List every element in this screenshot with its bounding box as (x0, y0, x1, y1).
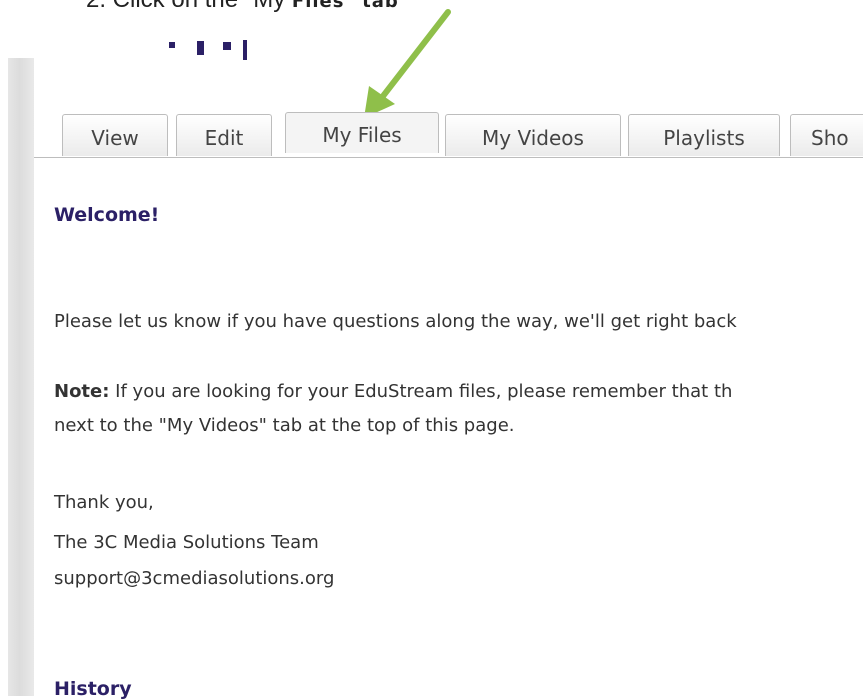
left-sidebar-edge (8, 58, 34, 696)
tab-sho[interactable]: Sho (790, 114, 863, 156)
note-paragraph: Note: If you are looking for your EduStr… (54, 376, 732, 407)
tabs-baseline (34, 157, 863, 158)
tab-my-videos[interactable]: My Videos (445, 114, 621, 156)
note-label: Note: (54, 381, 110, 402)
logo-fragment (169, 40, 247, 60)
tab-edit[interactable]: Edit (176, 114, 272, 156)
note-paragraph-line2: next to the "My Videos" tab at the top o… (54, 415, 515, 436)
instruction-prefix: 2. Click on the "My (86, 0, 292, 13)
instruction-caption: 2. Click on the "My Files" tab (86, 0, 399, 14)
welcome-heading: Welcome! (54, 204, 160, 226)
tab-view[interactable]: View (62, 114, 168, 156)
intro-paragraph: Please let us know if you have questions… (54, 311, 737, 332)
signoff-team: The 3C Media Solutions Team (54, 532, 319, 553)
tab-my-files[interactable]: My Files (285, 112, 439, 153)
note-text: If you are looking for your EduStream fi… (109, 381, 733, 402)
support-email[interactable]: support@3cmediasolutions.org (54, 563, 334, 594)
signoff-thanks: Thank you, (54, 492, 154, 513)
history-heading: History (54, 678, 132, 700)
tab-playlists[interactable]: Playlists (628, 114, 780, 156)
instruction-handwritten: Files" tab (291, 0, 399, 12)
